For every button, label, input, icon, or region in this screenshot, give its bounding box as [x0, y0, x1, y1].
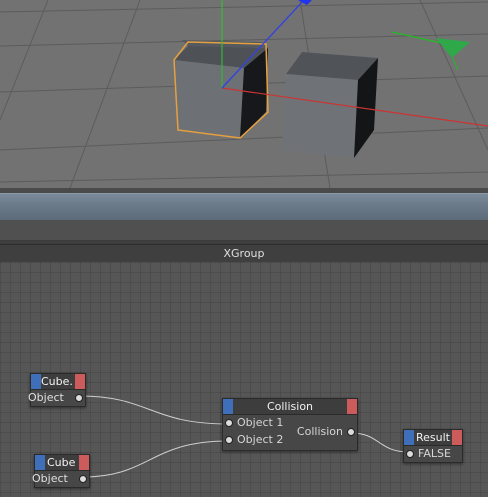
port-label: Object 2	[237, 433, 284, 446]
port-label: Collision	[296, 425, 343, 438]
input-port-tab[interactable]	[31, 374, 41, 389]
node-title: Cube	[47, 456, 76, 469]
node-title: Result	[416, 431, 450, 444]
node-editor-title: XGroup	[0, 244, 488, 263]
node-header[interactable]: Collision	[223, 399, 357, 415]
wire-cube-to-object2	[82, 440, 229, 478]
editor-toolbar	[0, 220, 488, 241]
node-result[interactable]: Result FALSE	[403, 429, 463, 463]
node-header[interactable]: Result	[404, 430, 462, 446]
output-port-tab[interactable]	[75, 374, 85, 389]
node-header[interactable]: Cube.1	[31, 374, 85, 390]
output-port-tab[interactable]	[79, 455, 89, 470]
input-port-dot[interactable]	[225, 436, 233, 444]
output-port-tab[interactable]	[347, 399, 357, 414]
input-port-tab[interactable]	[223, 399, 233, 414]
node-cube[interactable]: Cube Object	[32, 454, 90, 488]
output-port-tab[interactable]	[452, 430, 462, 445]
result-value: FALSE	[418, 447, 451, 460]
panel-splitter[interactable]	[0, 193, 488, 221]
port-label: Object	[28, 391, 64, 404]
input-port-dot[interactable]	[225, 419, 233, 427]
viewport-scene	[0, 0, 488, 188]
wire-collision-to-result	[350, 432, 410, 453]
node-title: Collision	[266, 400, 314, 413]
input-port-dot[interactable]	[406, 450, 414, 458]
port-label: Object	[32, 472, 68, 485]
node-cube-1[interactable]: Cube.1 Object	[28, 373, 86, 407]
output-port-dot[interactable]	[347, 428, 355, 436]
gizmo-arrow-icon	[436, 38, 470, 58]
node-title: Cube.1	[41, 375, 73, 388]
port-label: Object 1	[237, 416, 284, 429]
cube-object[interactable]	[282, 52, 378, 158]
node-header[interactable]: Cube	[35, 455, 89, 471]
orientation-gizmo	[391, 31, 470, 71]
viewport-3d[interactable]	[0, 0, 488, 188]
wire-cube1-to-object1	[78, 395, 229, 425]
input-port-tab[interactable]	[404, 430, 414, 445]
node-collision[interactable]: Collision Object 1 Object 2 Collision	[222, 398, 358, 451]
input-port-tab[interactable]	[35, 455, 45, 470]
output-port-dot[interactable]	[75, 394, 83, 402]
output-port-dot[interactable]	[79, 475, 87, 483]
node-editor-canvas[interactable]: Cube.1 Object Cube Object Collision	[0, 262, 488, 497]
